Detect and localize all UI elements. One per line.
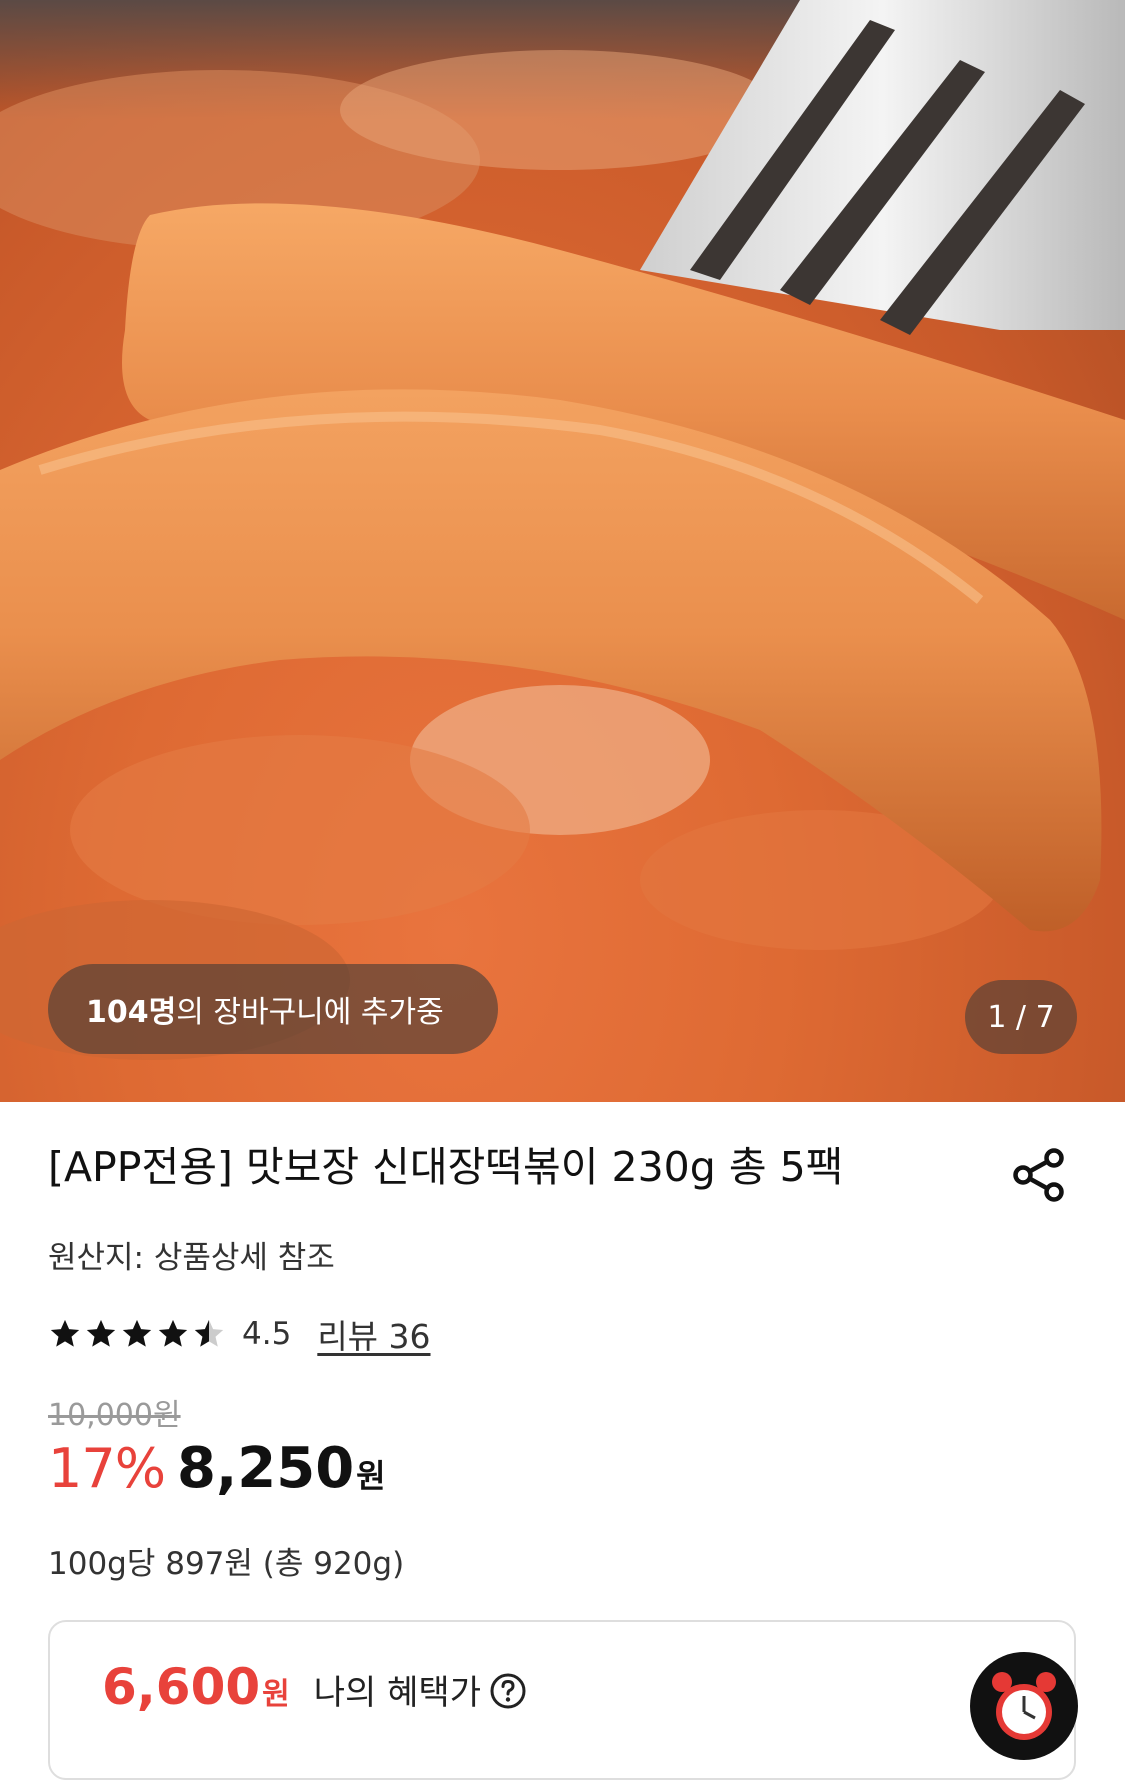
alarm-clock-icon [992,1672,1056,1740]
star-icon [86,1319,116,1347]
currency-unit: 원 [356,1457,386,1495]
cart-activity-badge: 104명 의 장바구니에 추가중 [48,964,498,1054]
star-icon [158,1319,188,1347]
price-row: 17% 8,250 원 [48,1436,386,1506]
tteokbokki-photo [0,0,1125,1060]
rating-stars [48,1317,228,1351]
half-star-icon [194,1319,224,1347]
share-button[interactable] [1010,1146,1068,1204]
original-price: 10,000원 [48,1398,181,1433]
rating-value: 4.5 [242,1316,292,1352]
rating-row: 4.5 리뷰 36 [48,1312,431,1356]
image-counter: 1 / 7 [965,980,1077,1054]
sale-price: 8,250 [177,1436,355,1501]
cart-activity-text: 의 장바구니에 추가중 [176,995,444,1030]
product-image[interactable]: 104명 의 장바구니에 추가중 1 / 7 [0,0,1125,1102]
cart-count: 104명 [86,995,177,1030]
timer-button[interactable] [970,1652,1078,1760]
help-icon[interactable] [489,1672,527,1710]
star-icon [122,1319,152,1347]
origin-info: 원산지: 상품상세 참조 [48,1240,335,1276]
discount-rate: 17% [48,1437,166,1500]
benefit-currency: 원 [262,1677,290,1712]
star-icon [50,1319,80,1347]
benefit-label: 나의 혜택가 [313,1673,481,1713]
share-icon [1013,1148,1064,1202]
review-link[interactable]: 리뷰 36 [317,1310,430,1358]
product-title: [APP전용] 맛보장 신대장떡볶이 230g 총 5팩 [48,1143,844,1191]
benefit-card[interactable]: 6,600 원 나의 혜택가 [48,1620,1078,1780]
benefit-amount: 6,600 [102,1658,261,1716]
benefit-price: 6,600 원 나의 혜택가 [102,1658,527,1716]
unit-price: 100g당 897원 (총 920g) [48,1546,405,1582]
